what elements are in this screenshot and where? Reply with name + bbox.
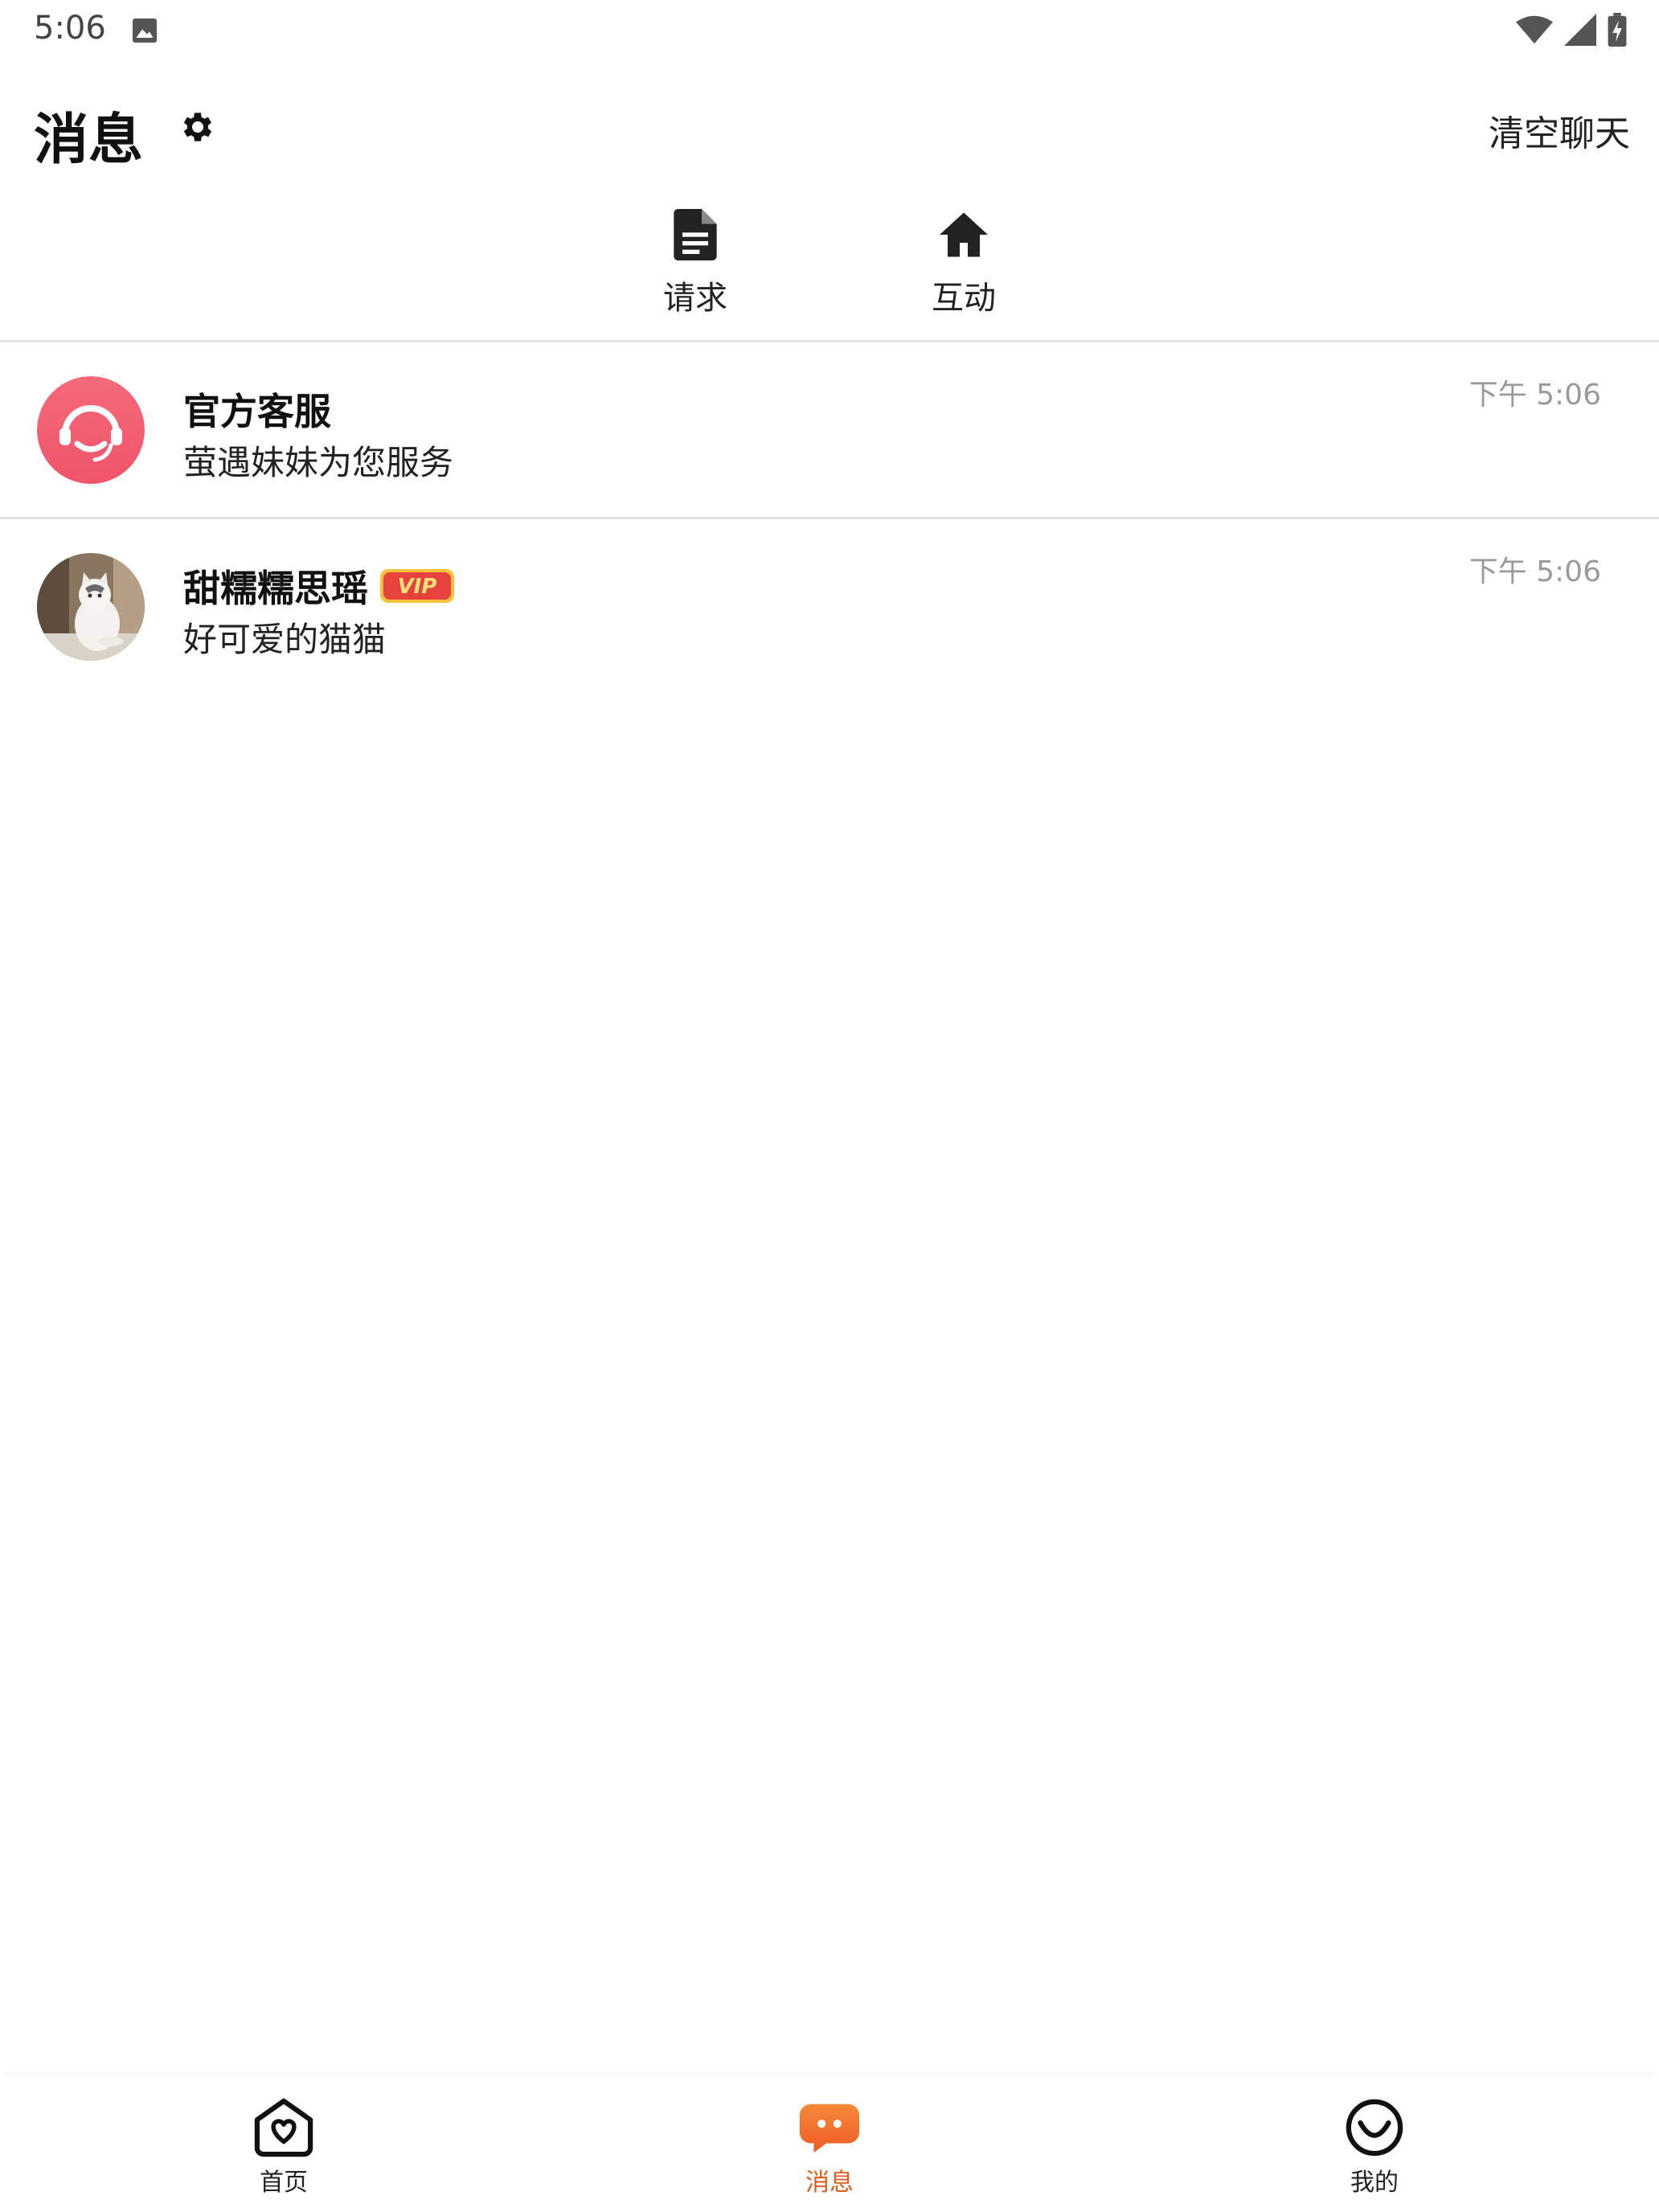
nav-profile[interactable]: 我的 xyxy=(1318,2098,1431,2202)
tab-requests[interactable]: 请求 xyxy=(631,209,760,330)
nav-home-label: 首页 xyxy=(260,2169,308,2197)
nav-messages-label: 消息 xyxy=(805,2169,854,2197)
bottom-nav: 首页 消息 我的 xyxy=(0,2075,1659,2212)
wifi-icon xyxy=(1516,15,1553,44)
conversation-time: 下午 5:06 xyxy=(1469,379,1601,412)
top-tabs: 请求 互动 xyxy=(0,209,1659,338)
conversation-preview: 萤遇妹妹为您服务 xyxy=(183,443,454,482)
conversation-row[interactable]: 官方客服 萤遇妹妹为您服务 下午 5:06 xyxy=(0,342,1659,518)
tab-requests-label: 请求 xyxy=(663,280,727,317)
conversation-name: 官方客服 xyxy=(183,390,331,433)
nav-messages[interactable]: 消息 xyxy=(773,2098,886,2202)
vip-badge: VIP xyxy=(380,569,454,603)
status-time: 5:06 xyxy=(34,10,106,47)
clear-chat-button[interactable]: 清空聊天 xyxy=(1489,104,1630,156)
chat-bubble-icon xyxy=(800,2103,859,2153)
tab-interactions[interactable]: 互动 xyxy=(899,209,1028,330)
conversation-name: 甜糯糯思瑶 xyxy=(183,567,368,610)
customer-service-avatar xyxy=(37,376,145,484)
home-heart-icon xyxy=(254,2098,313,2157)
status-bar: 5:06 xyxy=(0,0,1659,64)
image-icon xyxy=(133,18,157,43)
cat-photo xyxy=(37,553,145,661)
conversation-row[interactable]: 甜糯糯思瑶 VIP 好可爱的猫猫 下午 5:06 xyxy=(0,519,1659,694)
conversation-name-line: 甜糯糯思瑶 VIP xyxy=(183,559,455,612)
document-icon xyxy=(674,209,717,260)
battery-charging-icon xyxy=(1608,13,1627,47)
conversation-time: 下午 5:06 xyxy=(1469,555,1601,588)
cat-photo-avatar xyxy=(37,553,145,661)
home-icon xyxy=(940,212,988,257)
tab-interactions-label: 互动 xyxy=(932,280,996,317)
nav-profile-label: 我的 xyxy=(1350,2169,1399,2197)
page-title: 消息 xyxy=(34,109,144,172)
conversation-name-line: 官方客服 xyxy=(183,383,331,436)
gear-icon[interactable] xyxy=(178,108,217,146)
status-icons xyxy=(1516,11,1627,48)
vip-badge-text: VIP xyxy=(398,575,437,599)
headset-icon xyxy=(37,376,145,484)
conversation-preview: 好可爱的猫猫 xyxy=(183,620,387,659)
signal-icon xyxy=(1564,14,1596,46)
nav-home[interactable]: 首页 xyxy=(227,2098,340,2202)
header: 消息 清空聊天 xyxy=(0,80,1659,177)
smile-icon xyxy=(1346,2099,1403,2157)
